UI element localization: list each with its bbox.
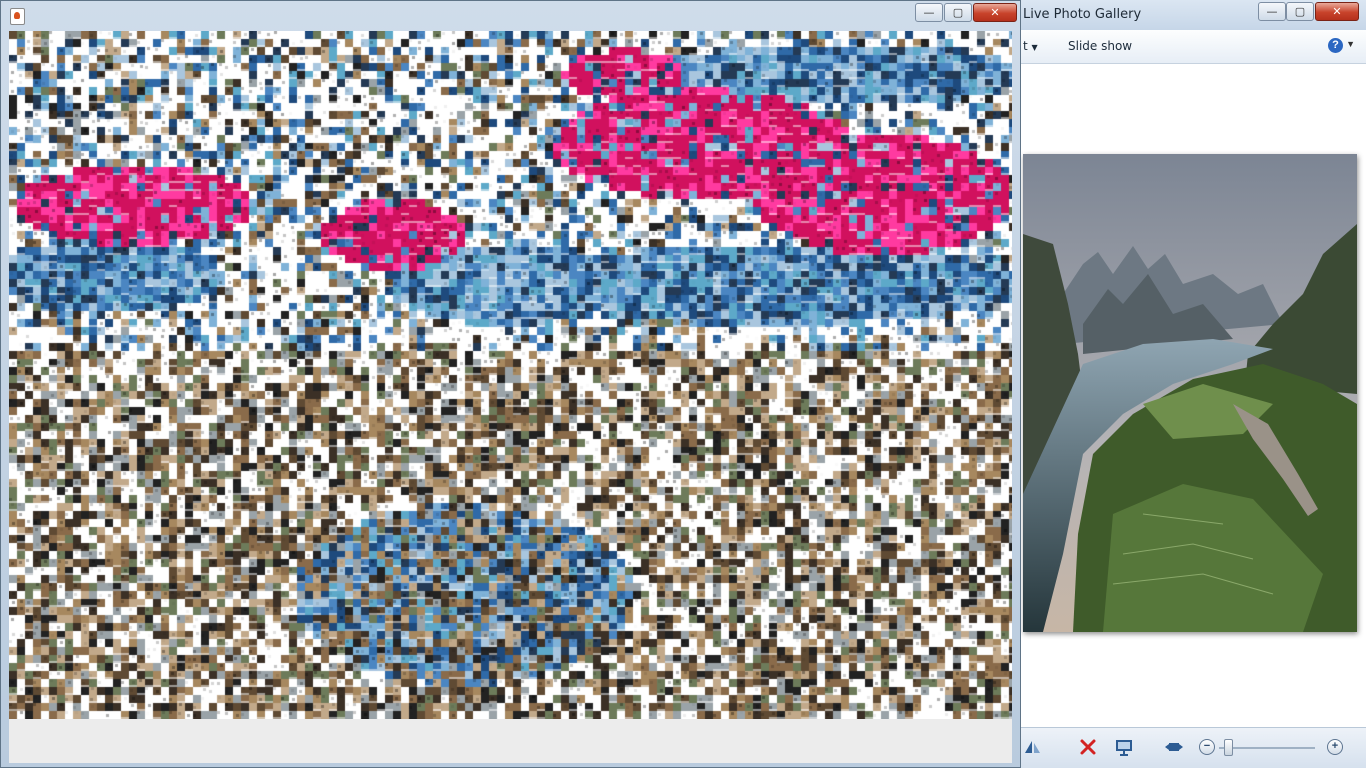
chevron-down-icon: ▼: [1031, 43, 1038, 52]
mosaic-maximize-button[interactable]: ▢: [944, 3, 972, 22]
gallery-maximize-button[interactable]: ▢: [1286, 2, 1314, 21]
gallery-titlebar[interactable]: Live Photo Gallery — ▢ ✕: [1011, 0, 1366, 30]
help-menu-chevron-icon[interactable]: ▼: [1346, 39, 1355, 49]
zoom-slider-track[interactable]: [1219, 747, 1315, 749]
gallery-minimize-button[interactable]: —: [1258, 2, 1286, 21]
gallery-close-button[interactable]: ✕: [1315, 2, 1359, 21]
photo-mosaic-canvas: [9, 31, 1012, 719]
mosaic-image-panel: [9, 31, 1012, 719]
delete-icon[interactable]: [1077, 736, 1099, 758]
rotate-icon[interactable]: [1021, 736, 1043, 758]
java-app-icon: [10, 8, 25, 25]
slideshow-play-icon[interactable]: [1113, 736, 1135, 758]
gallery-toolbar: t ▼ Slide show ? ▼: [1011, 30, 1366, 64]
zoom-in-button[interactable]: +: [1327, 739, 1343, 755]
toolbar-menu-fragment-label: t: [1023, 39, 1028, 53]
gallery-title: Live Photo Gallery: [1023, 7, 1142, 22]
help-icon[interactable]: ?: [1328, 38, 1343, 53]
zoom-slider-thumb[interactable]: [1223, 739, 1233, 756]
slideshow-button[interactable]: Slide show: [1068, 39, 1132, 53]
mosaic-close-button[interactable]: ✕: [973, 3, 1017, 22]
mosaic-titlebar[interactable]: — ▢ ✕: [1, 1, 1020, 29]
mosaic-minimize-button[interactable]: —: [915, 3, 943, 22]
toolbar-menu-fragment[interactable]: t ▼: [1023, 39, 1038, 53]
actual-size-icon[interactable]: [1163, 736, 1185, 758]
mosaic-bottom-panel: [9, 719, 1012, 763]
zoom-out-button[interactable]: −: [1199, 739, 1215, 755]
photo-gallery-window: Live Photo Gallery — ▢ ✕ t ▼ Slide show …: [1010, 0, 1366, 768]
gallery-statusbar: − +: [1011, 727, 1366, 768]
mosaic-window: — ▢ ✕: [0, 0, 1021, 768]
landscape-photo: [1023, 154, 1357, 632]
